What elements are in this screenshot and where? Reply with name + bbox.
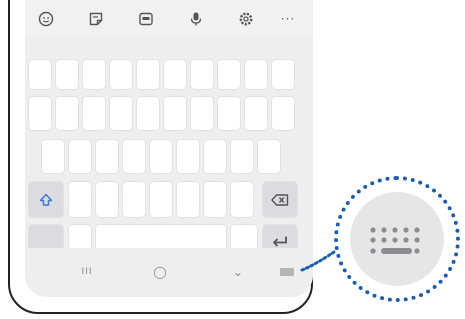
key[interactable] [56, 97, 78, 130]
key[interactable] [245, 97, 267, 130]
key[interactable] [69, 182, 91, 217]
key[interactable] [150, 140, 172, 173]
key[interactable] [191, 97, 213, 130]
emoji-icon[interactable] [37, 10, 55, 28]
backspace-key[interactable] [263, 182, 297, 217]
key[interactable] [83, 60, 105, 89]
back-icon: ⌄ [232, 265, 244, 279]
key[interactable] [164, 60, 186, 89]
key[interactable] [231, 182, 253, 217]
settings-icon[interactable] [237, 10, 255, 28]
keyboard-icon [280, 268, 294, 276]
key[interactable] [177, 182, 199, 217]
home-icon: ◯ [153, 265, 167, 279]
key[interactable] [245, 60, 267, 89]
key[interactable] [29, 60, 51, 89]
keyboard-screen: ··· III ◯ ⌄ [25, 0, 313, 297]
key[interactable] [69, 140, 91, 173]
key[interactable] [123, 140, 145, 173]
home-button[interactable]: ◯ [150, 262, 170, 282]
key[interactable] [110, 60, 132, 89]
key[interactable] [164, 97, 186, 130]
recents-button[interactable]: III [77, 262, 97, 282]
sticker-icon[interactable] [87, 10, 105, 28]
key[interactable] [29, 97, 51, 130]
shift-key[interactable] [29, 182, 63, 217]
key[interactable] [258, 140, 280, 173]
key[interactable] [96, 140, 118, 173]
zoom-callout [334, 176, 460, 302]
key[interactable] [177, 140, 199, 173]
key[interactable] [231, 140, 253, 173]
enter-icon [273, 236, 287, 247]
key[interactable] [272, 60, 294, 89]
key[interactable] [191, 60, 213, 89]
key[interactable] [83, 97, 105, 130]
keyboard-icon [370, 227, 420, 254]
zoom-callout-inner [350, 192, 444, 286]
key[interactable] [56, 60, 78, 89]
key[interactable] [123, 182, 145, 217]
recents-icon: III [81, 267, 93, 277]
navigation-bar: III ◯ ⌄ [25, 248, 313, 297]
key[interactable] [42, 140, 64, 173]
key[interactable] [218, 60, 240, 89]
microphone-icon[interactable] [187, 10, 205, 28]
back-button[interactable]: ⌄ [228, 262, 248, 282]
key[interactable] [204, 140, 226, 173]
key[interactable] [150, 182, 172, 217]
backspace-icon [271, 193, 289, 206]
key[interactable] [137, 97, 159, 130]
key[interactable] [272, 97, 294, 130]
key[interactable] [96, 182, 118, 217]
more-label: ··· [280, 12, 296, 26]
key[interactable] [218, 97, 240, 130]
keyboard-toolbar: ··· [25, 0, 313, 36]
more-icon[interactable]: ··· [279, 10, 297, 28]
key[interactable] [110, 97, 132, 130]
shift-icon [39, 193, 53, 206]
key[interactable] [204, 182, 226, 217]
gif-icon[interactable] [137, 10, 155, 28]
keyboard-switch-button[interactable] [277, 262, 297, 282]
key[interactable] [137, 60, 159, 89]
